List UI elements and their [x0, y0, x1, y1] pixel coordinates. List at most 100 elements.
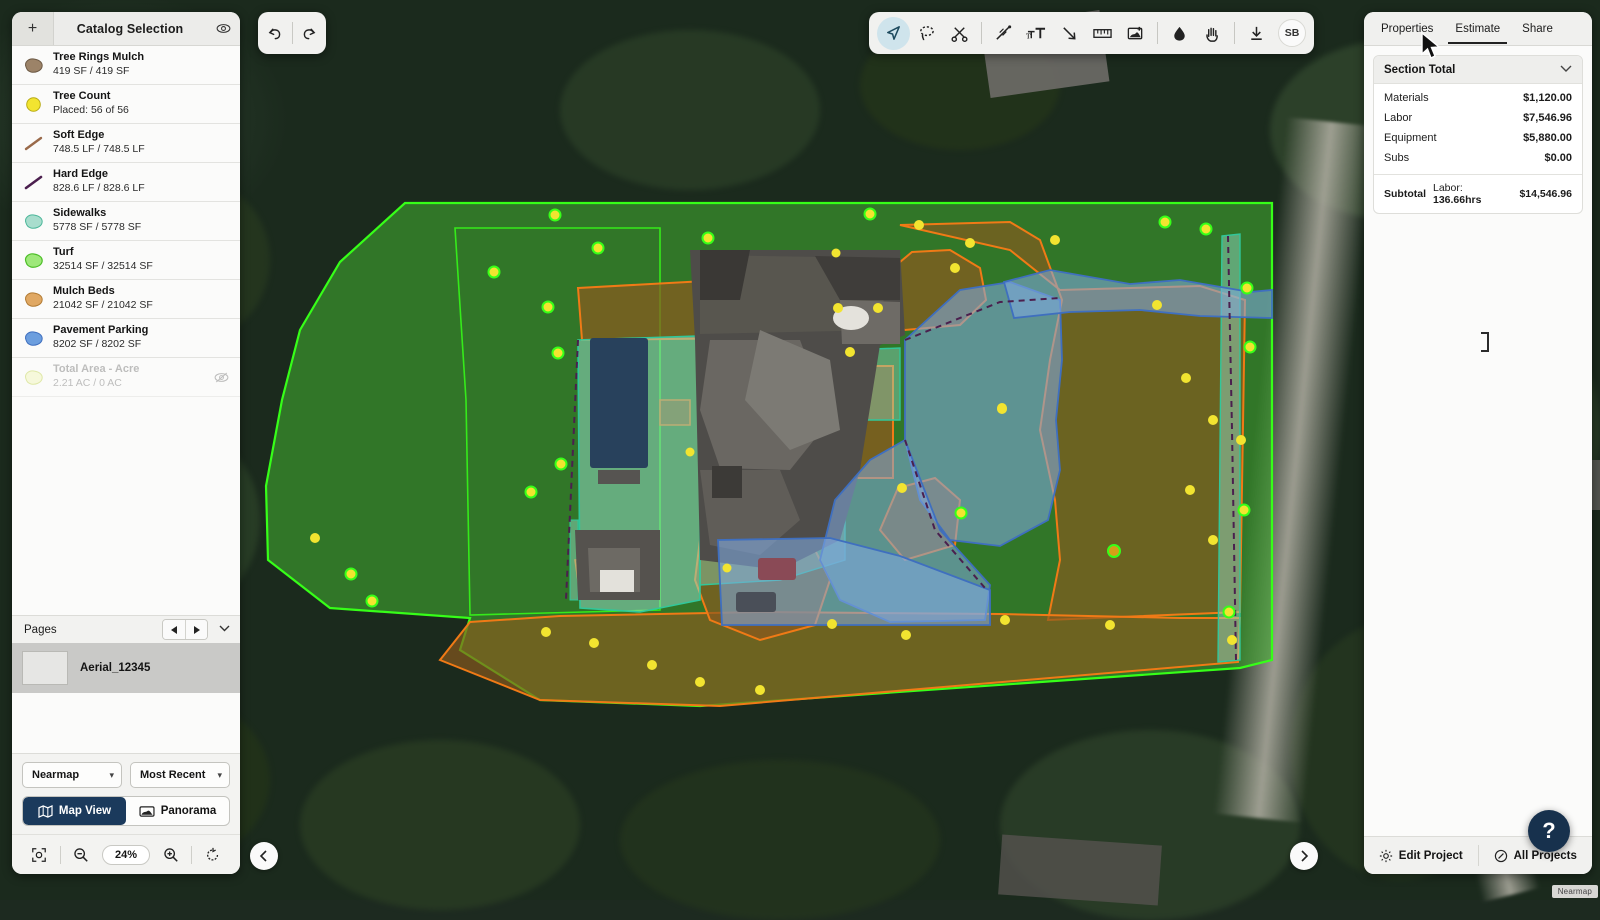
edit-project-button[interactable]: Edit Project [1364, 837, 1478, 874]
undo-button[interactable] [258, 25, 292, 42]
fill-color-tool[interactable] [1163, 17, 1196, 50]
zoom-level-value[interactable]: 24% [102, 845, 150, 865]
user-avatar[interactable]: SB [1278, 19, 1306, 47]
cut-tool[interactable] [943, 17, 976, 50]
map-attribution-watermark: Nearmap [1552, 885, 1598, 898]
history-toolbar [258, 12, 326, 54]
imagery-provider-select[interactable]: Nearmap ▾ [22, 762, 122, 788]
toggle-layer-visibility-button[interactable] [210, 370, 232, 385]
hand-icon [1203, 24, 1222, 43]
lasso-select-tool[interactable] [910, 17, 943, 50]
pages-prev-button[interactable] [163, 620, 185, 639]
ruler-tool[interactable] [1086, 17, 1119, 50]
map-canvas[interactable] [0, 0, 1600, 900]
subtotal-hours-label: Labor: [1433, 182, 1463, 194]
estimate-row-subs: Subs $0.00 [1374, 148, 1582, 168]
fit-to-screen-button[interactable] [26, 842, 52, 868]
collapse-left-panel-button[interactable] [250, 842, 278, 870]
section-total-card: Section Total Materials $1,120.00 Labor … [1373, 55, 1583, 214]
cursor-arrow-icon [884, 24, 903, 43]
redo-button[interactable] [293, 25, 327, 42]
pages-collapse-button[interactable] [214, 624, 234, 635]
chevron-down-icon [1560, 64, 1572, 75]
estimate-row-label: Labor [1384, 112, 1412, 124]
catalog-item-total-area-acre[interactable]: Total Area - Acre 2.21 AC / 0 AC [12, 358, 240, 397]
catalog-item-name: Tree Rings Mulch [53, 51, 232, 65]
blob-swatch-icon [22, 330, 44, 347]
tab-properties[interactable]: Properties [1370, 12, 1444, 45]
tab-panorama[interactable]: Panorama [126, 797, 229, 825]
catalog-item-tree-count[interactable]: Tree Count Placed: 56 of 56 [12, 85, 240, 124]
arrow-tool[interactable] [1053, 17, 1086, 50]
chevron-right-icon [1299, 850, 1309, 862]
circle-swatch-icon [22, 96, 44, 113]
ruler-icon [1092, 24, 1113, 43]
zoom-control-bar: 24% [12, 834, 240, 874]
zoom-in-button[interactable] [158, 842, 184, 868]
estimate-row-value: $5,880.00 [1523, 132, 1572, 144]
view-mode-toggle: Map View Panorama [22, 796, 230, 826]
eye-off-icon [214, 370, 229, 385]
right-panel-tabs: Properties Estimate Share [1364, 12, 1592, 46]
catalog-panel: + Catalog Selection Tree Rings Mulch 419… [12, 12, 240, 874]
edit-project-label: Edit Project [1399, 850, 1463, 862]
section-total-header[interactable]: Section Total [1374, 56, 1582, 84]
catalog-item-text: Tree Rings Mulch 419 SF / 419 SF [53, 51, 232, 78]
catalog-item-sidewalks[interactable]: Sidewalks 5778 SF / 5778 SF [12, 202, 240, 241]
chevron-left-icon [259, 850, 269, 862]
parked-vehicle [758, 558, 796, 580]
divider [191, 846, 192, 864]
imagery-date-select[interactable]: Most Recent ▾ [130, 762, 230, 788]
expand-right-panel-button[interactable] [1290, 842, 1318, 870]
estimate-row-label: Subs [1384, 152, 1409, 164]
blob-swatch-icon [22, 291, 44, 308]
tab-map-view[interactable]: Map View [23, 797, 126, 825]
help-button[interactable]: ? [1528, 810, 1570, 852]
rotate-reset-icon [205, 847, 221, 863]
add-item-button[interactable]: + [12, 12, 54, 45]
magnifier-minus-icon [73, 847, 89, 863]
catalog-item-name: Sidewalks [53, 207, 232, 221]
measure-draw-tool[interactable] [987, 17, 1020, 50]
catalog-item-turf[interactable]: Turf 32514 SF / 32514 SF [12, 241, 240, 280]
tab-estimate[interactable]: Estimate [1444, 12, 1511, 45]
text-tool[interactable]: т [1020, 17, 1053, 50]
site-plan-overlay[interactable] [0, 0, 1600, 900]
pan-hand-tool[interactable] [1196, 17, 1229, 50]
catalog-item-tree-rings-mulch[interactable]: Tree Rings Mulch 419 SF / 419 SF [12, 46, 240, 85]
catalog-item-pavement-parking[interactable]: Pavement Parking 8202 SF / 8202 SF [12, 319, 240, 358]
subtotal-amount: $14,546.96 [1519, 188, 1572, 200]
pages-label: Pages [24, 624, 162, 636]
divider [981, 22, 982, 44]
select-pointer-tool[interactable] [877, 17, 910, 50]
pages-next-button[interactable] [185, 620, 207, 639]
catalog-item-quantity: 32514 SF / 32514 SF [53, 260, 232, 274]
divider [1157, 22, 1158, 44]
catalog-item-quantity: 21042 SF / 21042 SF [53, 299, 232, 313]
pool-deck [598, 470, 640, 484]
chevron-down-icon [219, 624, 230, 632]
divider [60, 846, 61, 864]
estimate-rows: Materials $1,120.00 Labor $7,546.96 Equi… [1374, 84, 1582, 174]
reset-view-button[interactable] [200, 842, 226, 868]
toggle-all-visibility-button[interactable] [206, 12, 240, 45]
pages-nav-group [162, 619, 208, 640]
catalog-item-text: Mulch Beds 21042 SF / 21042 SF [53, 285, 232, 312]
estimate-row-value: $1,120.00 [1523, 92, 1572, 104]
add-image-tool[interactable] [1119, 17, 1152, 50]
mulch-bed[interactable] [440, 612, 1240, 706]
catalog-item-hard-edge[interactable]: Hard Edge 828.6 LF / 828.6 LF [12, 163, 240, 202]
catalog-item-soft-edge[interactable]: Soft Edge 748.5 LF / 748.5 LF [12, 124, 240, 163]
tab-share[interactable]: Share [1511, 12, 1564, 45]
page-list-item-aerial[interactable]: Aerial_12345 [12, 643, 240, 693]
catalog-item-mulch-beds[interactable]: Mulch Beds 21042 SF / 21042 SF [12, 280, 240, 319]
scissors-icon [950, 24, 969, 43]
download-icon [1247, 24, 1266, 43]
triangle-right-icon [193, 625, 201, 635]
download-tool[interactable] [1240, 17, 1273, 50]
catalog-item-text: Total Area - Acre 2.21 AC / 0 AC [53, 363, 201, 390]
zoom-out-button[interactable] [68, 842, 94, 868]
text-tt-icon: т [1026, 24, 1047, 43]
estimate-row-equipment: Equipment $5,880.00 [1374, 128, 1582, 148]
divider [1234, 22, 1235, 44]
